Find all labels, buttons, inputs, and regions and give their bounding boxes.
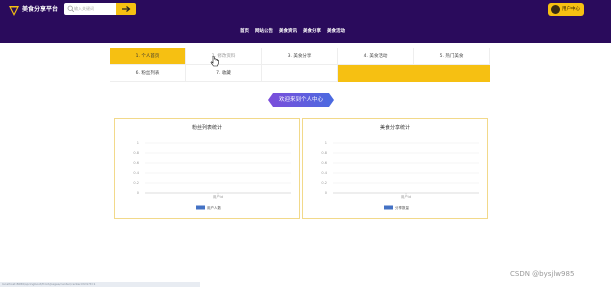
y-tick-label: 0.2: [321, 181, 327, 185]
search-input[interactable]: 输入关键词: [64, 3, 116, 15]
nav-item-home[interactable]: 首页: [240, 28, 249, 36]
y-tick-label: 1: [137, 141, 139, 145]
status-url: localhost:8080/springboot/front/pages/ce…: [2, 282, 96, 286]
y-tick-label: 0.6: [133, 161, 139, 165]
search-button[interactable]: [116, 3, 136, 15]
status-bar: localhost:8080/springboot/front/pages/ce…: [0, 282, 200, 287]
nav-item-food-share[interactable]: 美食分享: [303, 28, 321, 36]
tab-edit-profile[interactable]: 2. 修改资料: [186, 48, 262, 65]
tab-personal-home[interactable]: 1. 个人首页: [110, 48, 186, 65]
y-tick-label: 0.8: [133, 151, 139, 155]
tab-food-share[interactable]: 3. 美食分享: [262, 48, 338, 65]
y-tick-label: 0.4: [321, 171, 327, 175]
user-center-button[interactable]: 用户中心: [548, 3, 584, 16]
profile-tabs: 1. 个人首页 2. 修改资料 3. 美食分享 4. 美食活动 5. 热门美食 …: [110, 48, 490, 82]
tab-filler: [338, 65, 490, 82]
share-chart: 0 0.2 0.4 0.6 0.8 1 用户id 分享数量: [321, 141, 479, 210]
fans-chart: 0 0.2 0.4 0.6 0.8 1 用户id 用户人数: [133, 141, 291, 210]
watermark: CSDN @bysjlw985: [510, 270, 575, 278]
site-title: 美食分享平台: [22, 6, 59, 13]
y-tick-label: 1: [325, 141, 327, 145]
welcome-banner: 欢迎来到个人中心: [268, 93, 334, 107]
y-tick-label: 0: [137, 191, 139, 195]
legend-swatch: [384, 205, 393, 210]
nav-item-food-events[interactable]: 美食活动: [327, 28, 345, 36]
nav-item-announcements[interactable]: 网站公告: [255, 28, 273, 36]
arrow-right-icon: [122, 6, 131, 12]
top-header: 美食分享平台 输入关键词 用户中心 首页 网站公告 美食资讯 美食分享 美食活动: [0, 0, 611, 43]
legend-label: 用户人数: [207, 205, 221, 210]
nav-item-food-news[interactable]: 美食资讯: [279, 28, 297, 36]
fans-chart-card: 粉丝列表统计 0 0.2 0.4 0.6 0.8 1 用户id 用户人数: [114, 118, 300, 219]
tab-fans-list[interactable]: 6. 粉丝列表: [110, 65, 186, 82]
y-tick-label: 0.6: [321, 161, 327, 165]
search-placeholder: 输入关键词: [74, 6, 94, 11]
tab-favorites[interactable]: 7. 收藏: [186, 65, 262, 82]
y-tick-label: 0: [325, 191, 327, 195]
y-tick-label: 0.4: [133, 171, 139, 175]
hand-cursor-icon: [210, 56, 219, 67]
user-center-label: 用户中心: [562, 7, 580, 12]
y-tick-label: 0.2: [133, 181, 139, 185]
logo-icon: [9, 6, 19, 16]
x-tick-label: 用户id: [213, 194, 223, 199]
y-tick-label: 0.8: [321, 151, 327, 155]
share-chart-card: 美食分享统计 0 0.2 0.4 0.6 0.8 1 用户id 分享数量: [302, 118, 488, 219]
welcome-text: 欢迎来到个人中心: [278, 97, 323, 103]
legend-label: 分享数量: [395, 205, 409, 210]
tab-food-events[interactable]: 4. 美食活动: [338, 48, 414, 65]
avatar: [551, 5, 560, 14]
main-nav: 首页 网站公告 美食资讯 美食分享 美食活动: [240, 28, 345, 36]
x-tick-label: 用户id: [401, 194, 411, 199]
tab-hot-food[interactable]: 5. 热门美食: [414, 48, 490, 65]
legend-swatch: [196, 205, 205, 210]
tab-empty-cell: [262, 65, 338, 82]
